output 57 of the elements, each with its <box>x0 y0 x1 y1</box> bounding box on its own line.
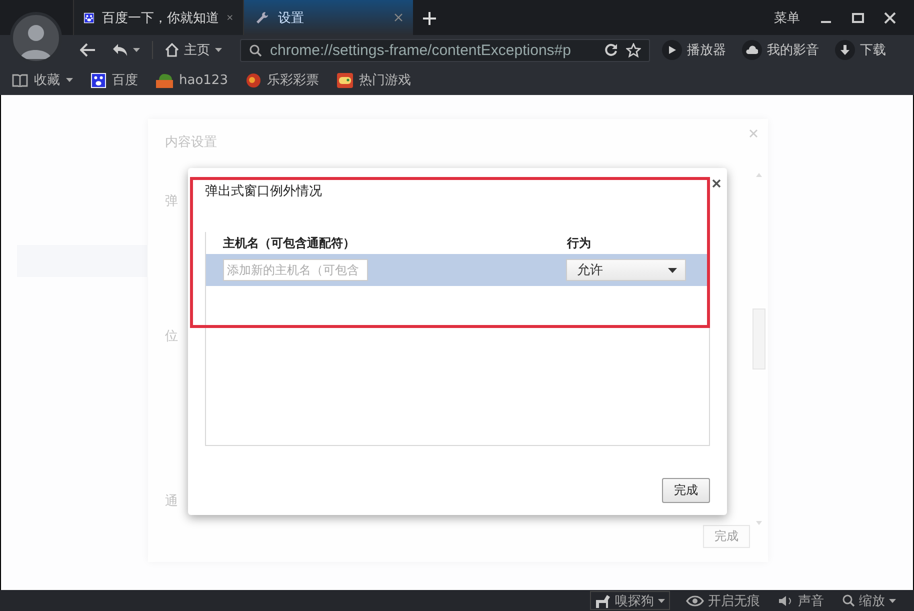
section-label: 位 <box>165 328 178 345</box>
status-button[interactable]: 声音 <box>776 592 826 610</box>
caret-icon <box>133 48 140 52</box>
menu-button[interactable]: 菜单 <box>774 8 800 26</box>
speaker-icon <box>778 594 794 606</box>
status-button[interactable]: 嗅探狗 <box>590 591 670 610</box>
download-icon <box>835 40 855 60</box>
toolbar-button[interactable]: 我的影音 <box>738 38 823 62</box>
column-header: 主机名（可包含通配符） <box>223 234 356 252</box>
leaf-logo-icon <box>156 72 173 88</box>
home-button[interactable]: 主页 <box>161 39 226 61</box>
caret-icon <box>889 598 896 602</box>
column-header: 行为 <box>567 234 592 252</box>
bookmark-item[interactable]: 热门游戏 <box>336 71 411 89</box>
home-icon <box>165 43 179 57</box>
section-label: 弹 <box>165 193 178 210</box>
search-icon <box>249 44 262 56</box>
back-arrow-icon <box>80 43 96 57</box>
caret-icon <box>66 78 73 82</box>
play-icon <box>662 40 682 60</box>
address-bar[interactable]: chrome://settings-frame/contentExceptions#p <box>240 38 650 62</box>
star-icon[interactable] <box>626 42 641 58</box>
bookmark-item[interactable]: 乐彩彩票 <box>246 71 319 89</box>
undo-arrow-icon <box>112 43 128 57</box>
dialog-title: 弹出式窗口例外情况 <box>205 183 322 200</box>
action-dropdown[interactable]: 允许 <box>566 259 686 281</box>
toolbar-button[interactable]: 播放器 <box>658 38 730 62</box>
ball-icon <box>246 72 261 88</box>
browser-tab[interactable]: 设置 <box>243 0 413 35</box>
bookmark-item[interactable]: 收藏 <box>12 71 73 89</box>
gamepad-icon <box>336 72 353 88</box>
reload-icon[interactable] <box>604 43 618 57</box>
section-label: 通 <box>165 493 178 510</box>
toolbar-button[interactable]: 下载 <box>831 38 890 62</box>
close-icon[interactable] <box>227 13 233 22</box>
panel-title: 内容设置 <box>165 134 217 151</box>
eye-icon <box>686 594 704 606</box>
paw-icon <box>91 72 106 88</box>
status-button[interactable]: 缩放 <box>840 592 898 610</box>
plus-icon <box>423 12 436 24</box>
bookmark-item[interactable]: 百度 <box>91 71 138 89</box>
book-icon <box>12 73 28 87</box>
hostname-field[interactable]: 添加新的主机名（可包含 <box>223 259 368 281</box>
table-row[interactable]: 添加新的主机名（可包含 允许 <box>206 254 709 286</box>
bookmark-item[interactable]: hao123 <box>156 72 228 88</box>
cloud-icon <box>742 40 762 60</box>
maximize-icon[interactable] <box>852 12 864 24</box>
caret-icon <box>668 268 677 272</box>
wrench-icon <box>254 10 270 26</box>
status-button[interactable]: 开启无痕 <box>684 592 762 610</box>
caret-icon <box>658 598 665 602</box>
caret-icon <box>215 48 222 52</box>
done-button[interactable]: 完成 <box>662 478 710 503</box>
zoom-icon <box>842 594 855 607</box>
browser-tab[interactable]: 百度一下，你就知道 <box>73 0 243 35</box>
close-icon[interactable] <box>712 179 721 188</box>
dog-icon <box>595 594 611 608</box>
